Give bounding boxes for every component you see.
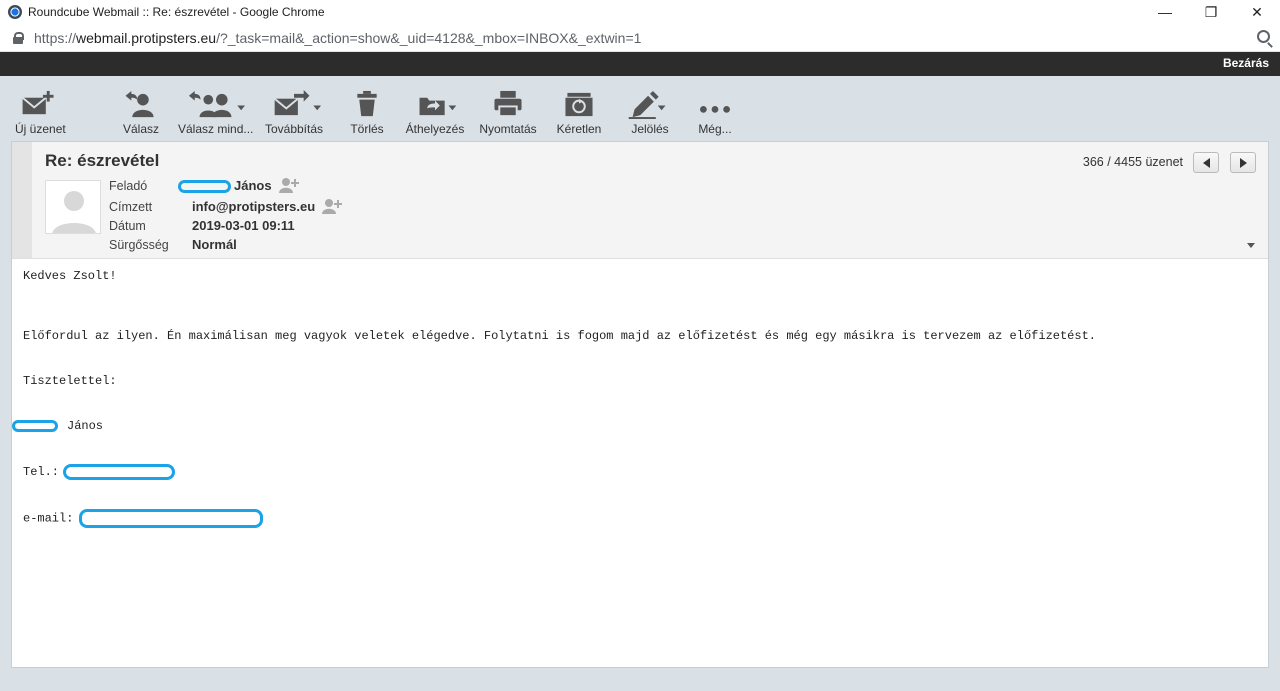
- body-signature: János: [12, 419, 103, 433]
- url-path: /?_task=mail&_action=show&_uid=4128&_mbo…: [216, 29, 642, 46]
- delete-label: Törlés: [350, 122, 384, 136]
- pencil-icon: [628, 90, 666, 119]
- default-avatar-icon: [46, 181, 100, 233]
- body-email: e-mail:: [23, 509, 264, 528]
- body-closing: Tisztelettel:: [23, 374, 117, 388]
- print-button[interactable]: Nyomtatás: [478, 90, 538, 136]
- tel-label: Tel.:: [23, 465, 60, 480]
- window-title: Roundcube Webmail :: Re: észrevétel - Go…: [28, 5, 325, 19]
- folder-move-icon: [419, 97, 457, 116]
- url-text[interactable]: https://webmail.protipsters.eu/?_task=ma…: [34, 30, 641, 46]
- date-row: Dátum 2019-03-01 09:11: [109, 218, 295, 233]
- arrow-right-icon: [1239, 157, 1247, 168]
- avatar: [45, 180, 101, 234]
- reply-all-button[interactable]: Válasz mind...: [178, 90, 253, 136]
- zoom-icon[interactable]: [1257, 30, 1270, 43]
- date-label: Dátum: [109, 219, 146, 233]
- compose-label: Új üzenet: [15, 122, 66, 136]
- junk-label: Kéretlen: [556, 122, 602, 136]
- add-contact-icon[interactable]: [278, 177, 300, 196]
- printer-icon: [494, 90, 522, 118]
- reply-button[interactable]: Válasz: [121, 90, 161, 136]
- to-label: Címzett: [109, 199, 153, 214]
- header-stripe: [12, 142, 32, 258]
- priority-value: Normál: [192, 237, 237, 252]
- more-button[interactable]: Még...: [695, 90, 735, 136]
- lock-icon: [13, 31, 24, 44]
- priority-row: Sürgősség Normál: [109, 237, 237, 252]
- url-host: webmail.protipsters.eu: [76, 29, 217, 46]
- add-contact-icon[interactable]: [321, 198, 343, 217]
- chevron-down-icon[interactable]: [1247, 243, 1255, 248]
- reply-all-icon: [188, 90, 245, 118]
- body-paragraph: Előfordul az ilyen. Én maximálisan meg v…: [23, 329, 1096, 343]
- delete-button[interactable]: Törlés: [347, 90, 387, 136]
- redaction-mark: [178, 180, 231, 193]
- reply-icon: [125, 90, 154, 118]
- more-dots-icon: [700, 105, 730, 113]
- compose-button[interactable]: Új üzenet: [15, 90, 66, 136]
- signature-name: János: [67, 419, 104, 433]
- message-counter: 366 / 4455 üzenet: [1082, 155, 1183, 169]
- window-controls: — ❐ ✕: [1142, 0, 1280, 24]
- restore-button[interactable]: ❐: [1188, 0, 1234, 24]
- forward-icon: [274, 90, 322, 116]
- to-row: Címzett info@protipsters.eu: [109, 198, 343, 217]
- message-pane: Re: észrevétel Feladó János Címzett info@p…: [11, 141, 1269, 668]
- forward-button[interactable]: Továbbítás: [264, 90, 324, 136]
- forward-label: Továbbítás: [264, 122, 324, 136]
- message-subject: Re: észrevétel: [45, 151, 160, 170]
- next-message-button[interactable]: [1230, 152, 1256, 173]
- browser-titlebar: Roundcube Webmail :: Re: észrevétel - Go…: [0, 0, 1280, 24]
- recycle-icon: [565, 92, 593, 117]
- arrow-left-icon: [1202, 157, 1210, 168]
- print-label: Nyomtatás: [479, 122, 537, 136]
- url-scheme: https://: [34, 29, 77, 46]
- to-value[interactable]: info@protipsters.eu: [192, 199, 315, 214]
- from-row: Feladó János: [109, 177, 300, 196]
- redaction-mark: [63, 464, 176, 480]
- close-link[interactable]: Bezárás: [1223, 56, 1269, 70]
- message-header: Re: észrevétel Feladó János Címzett info@p…: [12, 142, 1268, 259]
- from-name[interactable]: János: [234, 178, 272, 193]
- junk-button[interactable]: Kéretlen: [555, 90, 603, 136]
- redaction-mark: [79, 509, 264, 528]
- priority-label: Sürgősség: [109, 238, 169, 252]
- top-bar: Bezárás: [0, 52, 1280, 76]
- minimize-button[interactable]: —: [1142, 0, 1188, 24]
- reply-label: Válasz: [122, 122, 160, 136]
- redaction-mark: [12, 419, 58, 432]
- date-value: 2019-03-01 09:11: [192, 218, 295, 233]
- mail-toolbar: Új üzenet Válasz Válasz mind... Továbbít…: [0, 76, 1280, 140]
- trash-icon: [357, 90, 377, 117]
- reply-all-label: Válasz mind...: [178, 122, 254, 136]
- compose-icon: [22, 90, 54, 115]
- close-window-button[interactable]: ✕: [1234, 0, 1280, 24]
- body-tel: Tel.:: [23, 464, 176, 480]
- previous-message-button[interactable]: [1193, 152, 1219, 173]
- address-bar[interactable]: https://webmail.protipsters.eu/?_task=ma…: [0, 24, 1280, 52]
- move-label: Áthelyezés: [405, 122, 465, 136]
- move-button[interactable]: Áthelyezés: [405, 90, 465, 136]
- body-greeting: Kedves Zsolt!: [23, 269, 117, 283]
- mark-button[interactable]: Jelölés: [626, 90, 674, 136]
- chrome-icon: [8, 5, 22, 19]
- more-label: Még...: [698, 122, 732, 136]
- mark-label: Jelölés: [631, 122, 669, 136]
- email-label: e-mail:: [23, 511, 74, 526]
